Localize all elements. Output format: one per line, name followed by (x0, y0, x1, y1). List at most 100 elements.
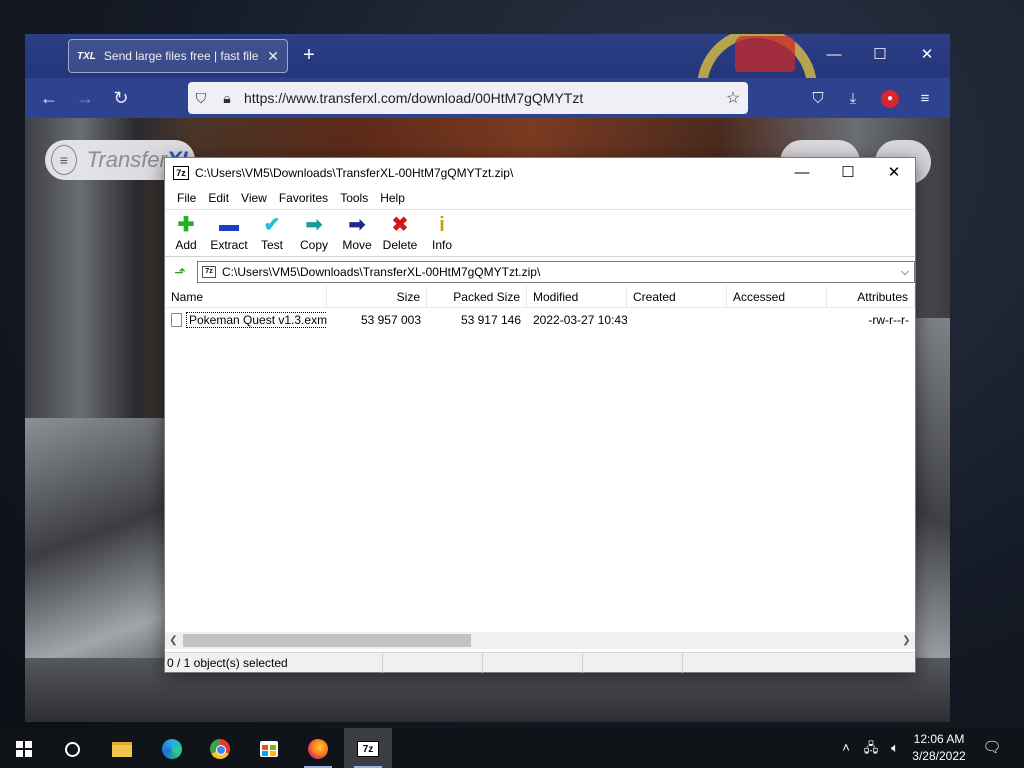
minus-icon: ▬ (219, 214, 239, 236)
shield-icon[interactable]: ⛉ (188, 90, 214, 107)
address-path[interactable]: C:\Users\VM5\Downloads\TransferXL-00HtM7… (222, 265, 896, 279)
menu-help[interactable]: Help (374, 191, 411, 205)
column-header-created[interactable]: Created (627, 286, 727, 308)
lock-icon[interactable]: 🔒︎ (214, 90, 240, 107)
maximize-button[interactable]: ☐ (865, 44, 895, 68)
search-button[interactable] (48, 728, 96, 768)
taskbar-store[interactable] (245, 728, 293, 768)
pocket-shield-icon[interactable]: ⛉ (807, 88, 829, 110)
browser-tab[interactable]: TXL Send large files free | fast file tr… (68, 39, 288, 73)
toolbar: ✚ Add ▬ Extract ✔ Test ➡ Copy ➡ Move ✖ D… (165, 209, 915, 257)
close-button[interactable]: ✕ (871, 158, 917, 188)
info-button[interactable]: i Info (429, 214, 455, 256)
menu-favorites[interactable]: Favorites (273, 191, 334, 205)
delete-x-icon: ✖ (391, 214, 409, 236)
address-field[interactable]: 7z C:\Users\VM5\Downloads\TransferXL-00H… (197, 261, 915, 283)
txl-favicon-icon: TXL (77, 50, 96, 62)
tab-close-icon[interactable]: ✕ (267, 48, 279, 65)
extract-label: Extract (210, 238, 248, 252)
table-row[interactable]: Pokeman Quest v1.3.exm 53 957 003 53 917… (165, 310, 915, 330)
column-header-attributes[interactable]: Attributes (827, 286, 915, 308)
status-selection: 0 / 1 object(s) selected (165, 653, 383, 673)
menu-view[interactable]: View (235, 191, 273, 205)
delete-button[interactable]: ✖ Delete (381, 214, 419, 256)
downloads-icon[interactable]: ⤓ (842, 88, 864, 110)
start-button[interactable] (0, 728, 48, 768)
forward-button[interactable]: → (71, 86, 99, 110)
info-label: Info (431, 238, 452, 252)
menu-edit[interactable]: Edit (202, 191, 235, 205)
status-segment (583, 653, 683, 673)
delete-label: Delete (382, 238, 418, 252)
extension-icon[interactable]: ● (881, 90, 899, 108)
taskbar-chrome[interactable] (196, 728, 244, 768)
clock[interactable]: 12:06 AM 3/28/2022 (904, 731, 974, 765)
windows-logo-icon (16, 741, 32, 758)
chrome-icon (210, 739, 230, 760)
menu-icon[interactable]: ≡ (914, 88, 936, 110)
folder-up-icon[interactable]: ⬏ (169, 262, 191, 282)
column-header-size[interactable]: Size (327, 286, 427, 308)
maximize-button[interactable]: ☐ (825, 158, 871, 188)
minimize-button[interactable]: — (779, 158, 825, 188)
extract-button[interactable]: ▬ Extract (207, 214, 251, 256)
site-menu-icon[interactable]: ≡ (51, 145, 77, 175)
volume-icon[interactable]: 🔈︎ (884, 728, 906, 768)
network-icon[interactable]: 🖧︎ (860, 728, 882, 768)
window-title: C:\Users\VM5\Downloads\TransferXL-00HtM7… (195, 166, 514, 180)
chevron-down-icon[interactable]: ⌵ (896, 266, 914, 279)
show-hidden-icons-chevron-up-icon[interactable]: ˄ (836, 728, 856, 768)
status-bar: 0 / 1 object(s) selected (165, 652, 915, 673)
move-button[interactable]: ➡ Move (340, 214, 374, 256)
plus-icon: ✚ (177, 214, 195, 236)
scroll-left-icon[interactable]: ❮ (165, 632, 182, 649)
move-arrow-icon: ➡ (348, 214, 366, 236)
taskbar-edge[interactable] (148, 728, 196, 768)
notifications-icon[interactable]: 🗨︎ (978, 728, 1006, 768)
taskbar-firefox[interactable] (294, 728, 342, 768)
menu-file[interactable]: File (171, 191, 202, 205)
clock-time: 12:06 AM (913, 732, 965, 746)
test-button[interactable]: ✔ Test (257, 214, 287, 256)
7zip-app-icon: 7z (173, 166, 189, 180)
modified-cell: 2022-03-27 10:43 (533, 313, 627, 327)
taskbar-7zip[interactable]: 7z (344, 728, 392, 768)
url-text[interactable]: https://www.transferxl.com/download/00Ht… (244, 90, 718, 106)
column-header-name[interactable]: Name (165, 286, 327, 308)
back-button[interactable]: ← (35, 86, 63, 110)
taskbar: 7z ˄ 🖧︎ 🔈︎ 12:06 AM 3/28/2022 🗨︎ (0, 728, 1024, 768)
column-header-modified[interactable]: Modified (527, 286, 627, 308)
new-tab-button[interactable]: + (297, 44, 321, 68)
file-list: Name Size Packed Size Modified Created A… (165, 286, 915, 632)
file-size-cell: 53 957 003 (360, 313, 421, 327)
status-segment (383, 653, 483, 673)
browser-titlebar: TXL Send large files free | fast file tr… (25, 34, 950, 148)
attributes-cell: -rw-r--r- (868, 313, 909, 327)
add-button[interactable]: ✚ Add (171, 214, 201, 256)
copy-button[interactable]: ➡ Copy (297, 214, 331, 256)
close-button[interactable]: ✕ (912, 44, 942, 68)
menu-tools[interactable]: Tools (334, 191, 374, 205)
info-icon: i (439, 214, 445, 236)
minimize-button[interactable]: — (819, 44, 849, 68)
add-label: Add (175, 238, 197, 252)
menu-bar: File Edit View Favorites Tools Help (165, 188, 915, 208)
reload-button[interactable]: ↻ (107, 86, 135, 110)
bookmark-star-icon[interactable]: ☆ (718, 88, 748, 108)
file-icon (171, 313, 182, 327)
horizontal-scrollbar[interactable]: ❮ ❯ (165, 632, 915, 649)
column-header-packed-size[interactable]: Packed Size (427, 286, 527, 308)
copy-arrow-icon: ➡ (305, 214, 323, 236)
file-name-cell[interactable]: Pokeman Quest v1.3.exm (165, 310, 327, 330)
check-icon: ✔ (263, 214, 281, 236)
url-bar[interactable]: ⛉ 🔒︎ https://www.transferxl.com/download… (188, 82, 748, 114)
scroll-thumb[interactable] (183, 634, 471, 647)
column-header-accessed[interactable]: Accessed (727, 286, 827, 308)
status-segment (483, 653, 583, 673)
test-label: Test (260, 238, 283, 252)
taskbar-file-explorer[interactable] (98, 728, 146, 768)
scroll-right-icon[interactable]: ❯ (898, 632, 915, 649)
tab-title: Send large files free | fast file tra (103, 49, 262, 63)
file-name[interactable]: Pokeman Quest v1.3.exm (186, 312, 327, 328)
accessed-cell (727, 310, 827, 330)
